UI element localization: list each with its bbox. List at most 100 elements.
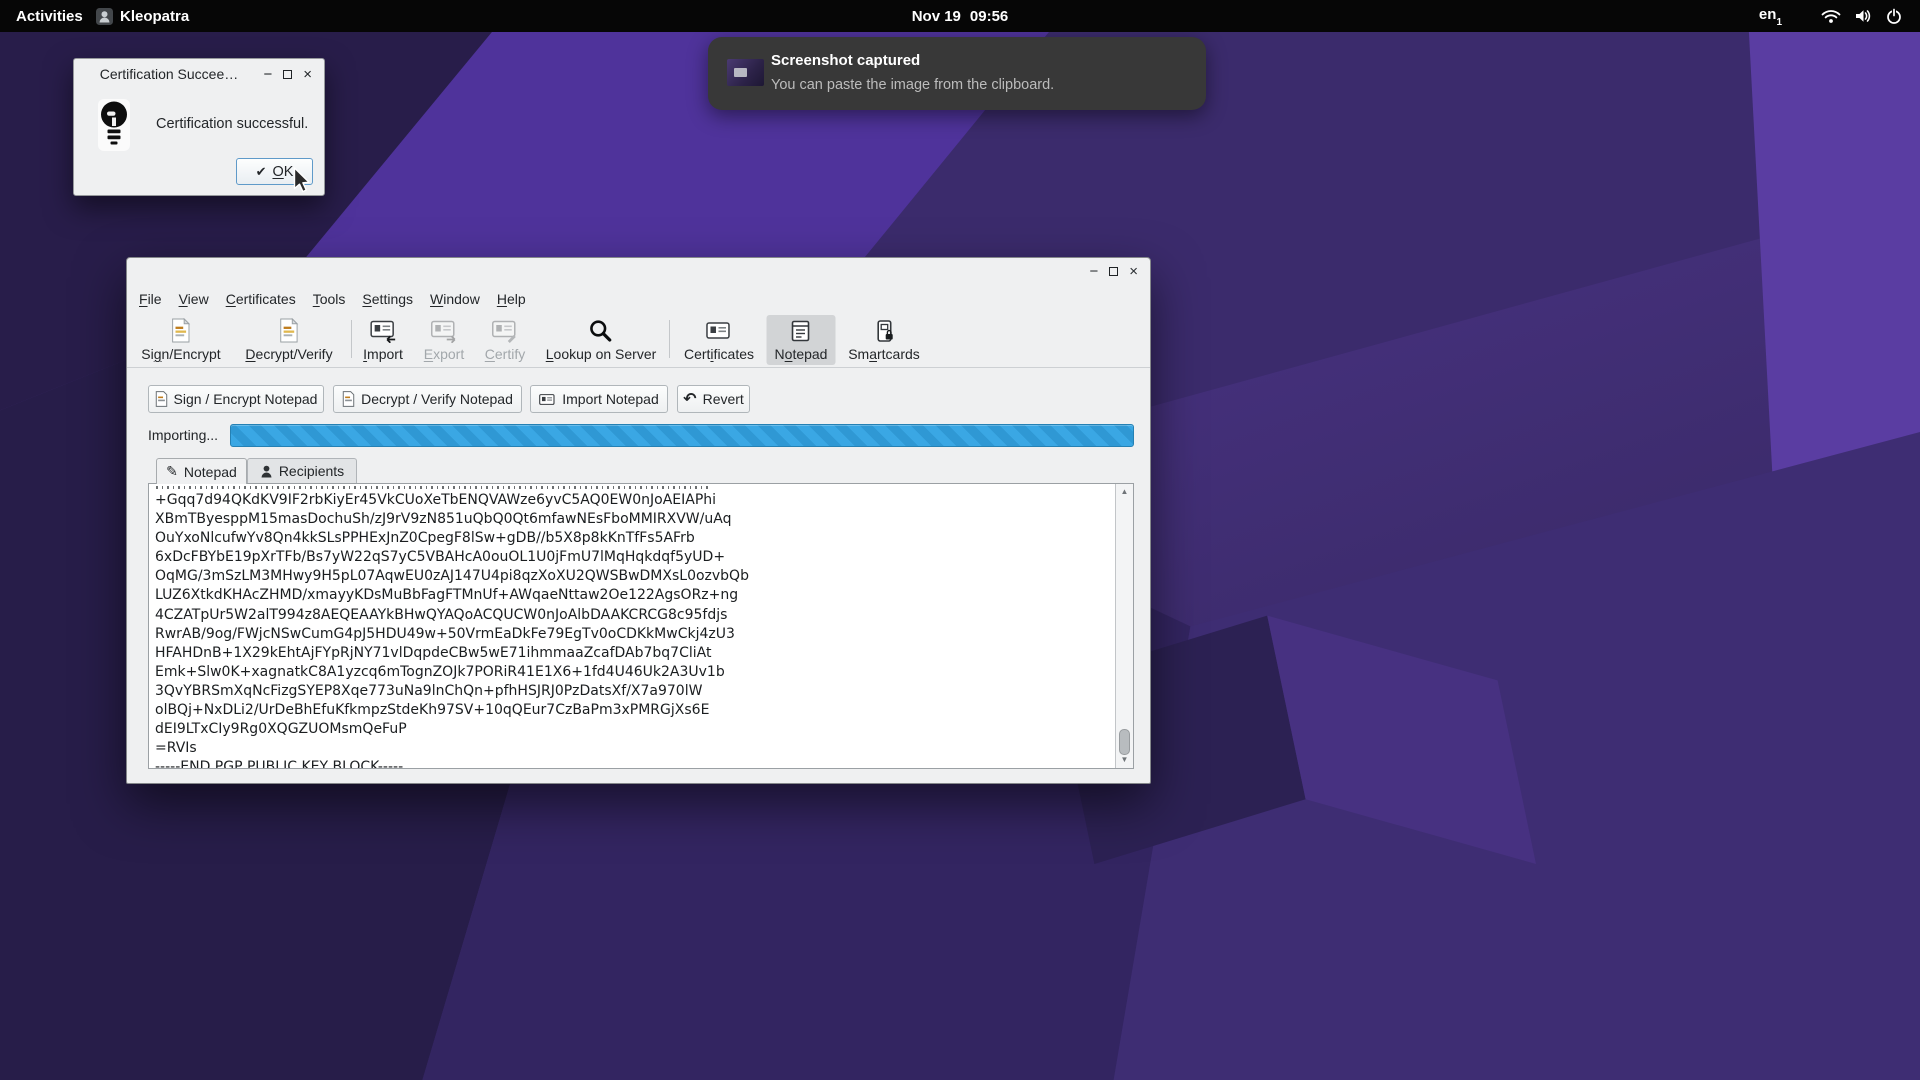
menu-certificates[interactable]: Certificates bbox=[226, 291, 296, 307]
kleopatra-app-icon bbox=[96, 8, 113, 25]
tab-recipients[interactable]: Recipients bbox=[247, 458, 357, 483]
button-label: Revert bbox=[703, 391, 744, 407]
document-decrypt-icon bbox=[279, 318, 300, 343]
import-notepad-button[interactable]: Import Notepad bbox=[530, 385, 668, 413]
keyboard-layout-index: 1 bbox=[1776, 17, 1782, 28]
toolbar-import[interactable]: Import bbox=[355, 315, 411, 365]
window-controls: − × bbox=[1089, 258, 1138, 285]
menu-window[interactable]: Window bbox=[430, 291, 480, 307]
notepad-icon bbox=[789, 319, 813, 343]
certificate-icon bbox=[706, 319, 732, 343]
tab-notepad[interactable]: ✎ Notepad bbox=[156, 458, 247, 484]
pgp-key-text[interactable]: +Gqq7d94QKdKV9IF2rbKiyEr45VkCUoXeTbENQVA… bbox=[155, 491, 749, 769]
checkmark-icon: ✔ bbox=[256, 164, 267, 180]
minimize-icon[interactable]: − bbox=[1089, 264, 1098, 279]
revert-button[interactable]: ↶ Revert bbox=[677, 385, 750, 413]
button-label: Import Notepad bbox=[562, 391, 659, 407]
tab-label: Recipients bbox=[279, 463, 344, 479]
person-icon bbox=[260, 465, 273, 478]
certificate-certify-icon bbox=[492, 319, 518, 343]
toolbar-sign-encrypt[interactable]: Sign/Encrypt bbox=[133, 315, 228, 365]
activities-button[interactable]: Activities bbox=[16, 0, 83, 32]
toolbar-label: Notepad bbox=[775, 346, 828, 362]
power-icon bbox=[1886, 8, 1902, 24]
clock-time: 09:56 bbox=[970, 8, 1008, 25]
toolbar-label: Smartcards bbox=[848, 346, 920, 362]
toolbar-export: Export bbox=[416, 315, 472, 365]
vertical-scrollbar[interactable]: ▲ ▼ bbox=[1115, 484, 1133, 768]
top-bar: Activities Kleopatra Nov 19 09:56 en1 bbox=[0, 0, 1920, 32]
keyboard-layout-indicator[interactable]: en1 bbox=[1759, 6, 1782, 26]
focused-app-name: Kleopatra bbox=[120, 8, 189, 25]
undo-icon: ↶ bbox=[683, 391, 696, 407]
system-tray[interactable]: en1 bbox=[1759, 0, 1902, 32]
mouse-cursor bbox=[293, 167, 310, 193]
search-icon bbox=[589, 319, 613, 343]
smartcard-icon bbox=[872, 319, 896, 343]
tab-label: Notepad bbox=[184, 464, 237, 480]
document-icon bbox=[342, 391, 355, 407]
certificate-import-icon bbox=[539, 393, 556, 406]
notepad-text-area[interactable]: +Gqq7d94QKdKV9IF2rbKiyEr45VkCUoXeTbENQVA… bbox=[148, 483, 1134, 769]
toolbar-notepad[interactable]: Notepad bbox=[767, 315, 836, 365]
menu-help[interactable]: Help bbox=[497, 291, 526, 307]
lightbulb-icon bbox=[98, 99, 130, 151]
menu-view[interactable]: View bbox=[179, 291, 209, 307]
maximize-icon[interactable] bbox=[1109, 264, 1118, 279]
toolbar-decrypt-verify[interactable]: Decrypt/Verify bbox=[237, 315, 340, 365]
volume-icon bbox=[1854, 8, 1873, 24]
menu-file[interactable]: File bbox=[139, 291, 162, 307]
certification-dialog: Certification Succee… − × Certification … bbox=[73, 58, 325, 196]
kleopatra-titlebar[interactable]: − × bbox=[127, 258, 1150, 285]
screenshot-thumbnail bbox=[727, 59, 764, 86]
import-progress-bar bbox=[230, 424, 1134, 447]
menu-bar: File View Certificates Tools Settings Wi… bbox=[127, 285, 1150, 312]
minimize-icon[interactable]: − bbox=[263, 67, 272, 82]
document-encrypt-icon bbox=[170, 318, 191, 343]
notification-title: Screenshot captured bbox=[771, 52, 920, 69]
close-icon[interactable]: × bbox=[303, 67, 312, 82]
notification-popup[interactable]: Screenshot captured You can paste the im… bbox=[708, 37, 1206, 110]
toolbar: Sign/Encrypt Decrypt/Verify bbox=[127, 312, 1150, 368]
toolbar-label: Certificates bbox=[684, 346, 754, 362]
scroll-up-icon[interactable]: ▲ bbox=[1116, 486, 1133, 498]
decrypt-verify-notepad-button[interactable]: Decrypt / Verify Notepad bbox=[333, 385, 522, 413]
clock-date: Nov 19 bbox=[912, 8, 961, 25]
toolbar-label: Sign/Encrypt bbox=[141, 346, 220, 362]
progress-label: Importing... bbox=[148, 424, 218, 447]
menu-tools[interactable]: Tools bbox=[313, 291, 346, 307]
maximize-icon[interactable] bbox=[283, 67, 292, 82]
kleopatra-window: − × File View Certificates Tools Setting… bbox=[126, 257, 1151, 784]
toolbar-separator bbox=[351, 320, 352, 358]
close-icon[interactable]: × bbox=[1129, 264, 1138, 279]
toolbar-smartcards[interactable]: Smartcards bbox=[840, 315, 928, 365]
clipped-text-line bbox=[156, 486, 708, 489]
sign-encrypt-notepad-button[interactable]: Sign / Encrypt Notepad bbox=[148, 385, 324, 413]
dialog-message: Certification successful. bbox=[156, 116, 308, 132]
keyboard-layout-code: en bbox=[1759, 6, 1777, 23]
certificate-import-icon bbox=[370, 319, 396, 343]
focused-app-indicator[interactable]: Kleopatra bbox=[96, 0, 189, 32]
scrollbar-thumb[interactable] bbox=[1119, 729, 1130, 755]
toolbar-label: Certify bbox=[485, 346, 525, 362]
dialog-window-controls: − × bbox=[263, 59, 312, 89]
menu-settings[interactable]: Settings bbox=[362, 291, 413, 307]
toolbar-label: Export bbox=[424, 346, 464, 362]
pencil-icon: ✎ bbox=[166, 465, 178, 479]
toolbar-lookup-on-server[interactable]: Lookup on Server bbox=[538, 315, 665, 365]
toolbar-label: Lookup on Server bbox=[546, 346, 657, 362]
toolbar-separator bbox=[669, 320, 670, 358]
toolbar-certificates[interactable]: Certificates bbox=[676, 315, 762, 365]
document-icon bbox=[155, 391, 168, 407]
toolbar-certify: Certify bbox=[477, 315, 533, 365]
desktop: Activities Kleopatra Nov 19 09:56 en1 bbox=[0, 0, 1920, 1080]
ok-button-label: OK bbox=[272, 164, 293, 180]
clock[interactable]: Nov 19 09:56 bbox=[912, 0, 1009, 32]
scroll-down-icon[interactable]: ▼ bbox=[1116, 754, 1133, 766]
toolbar-label: Import bbox=[363, 346, 403, 362]
wifi-icon bbox=[1821, 8, 1841, 24]
button-label: Sign / Encrypt Notepad bbox=[174, 391, 318, 407]
toolbar-label: Decrypt/Verify bbox=[245, 346, 332, 362]
button-label: Decrypt / Verify Notepad bbox=[361, 391, 513, 407]
notification-body: You can paste the image from the clipboa… bbox=[771, 77, 1054, 93]
